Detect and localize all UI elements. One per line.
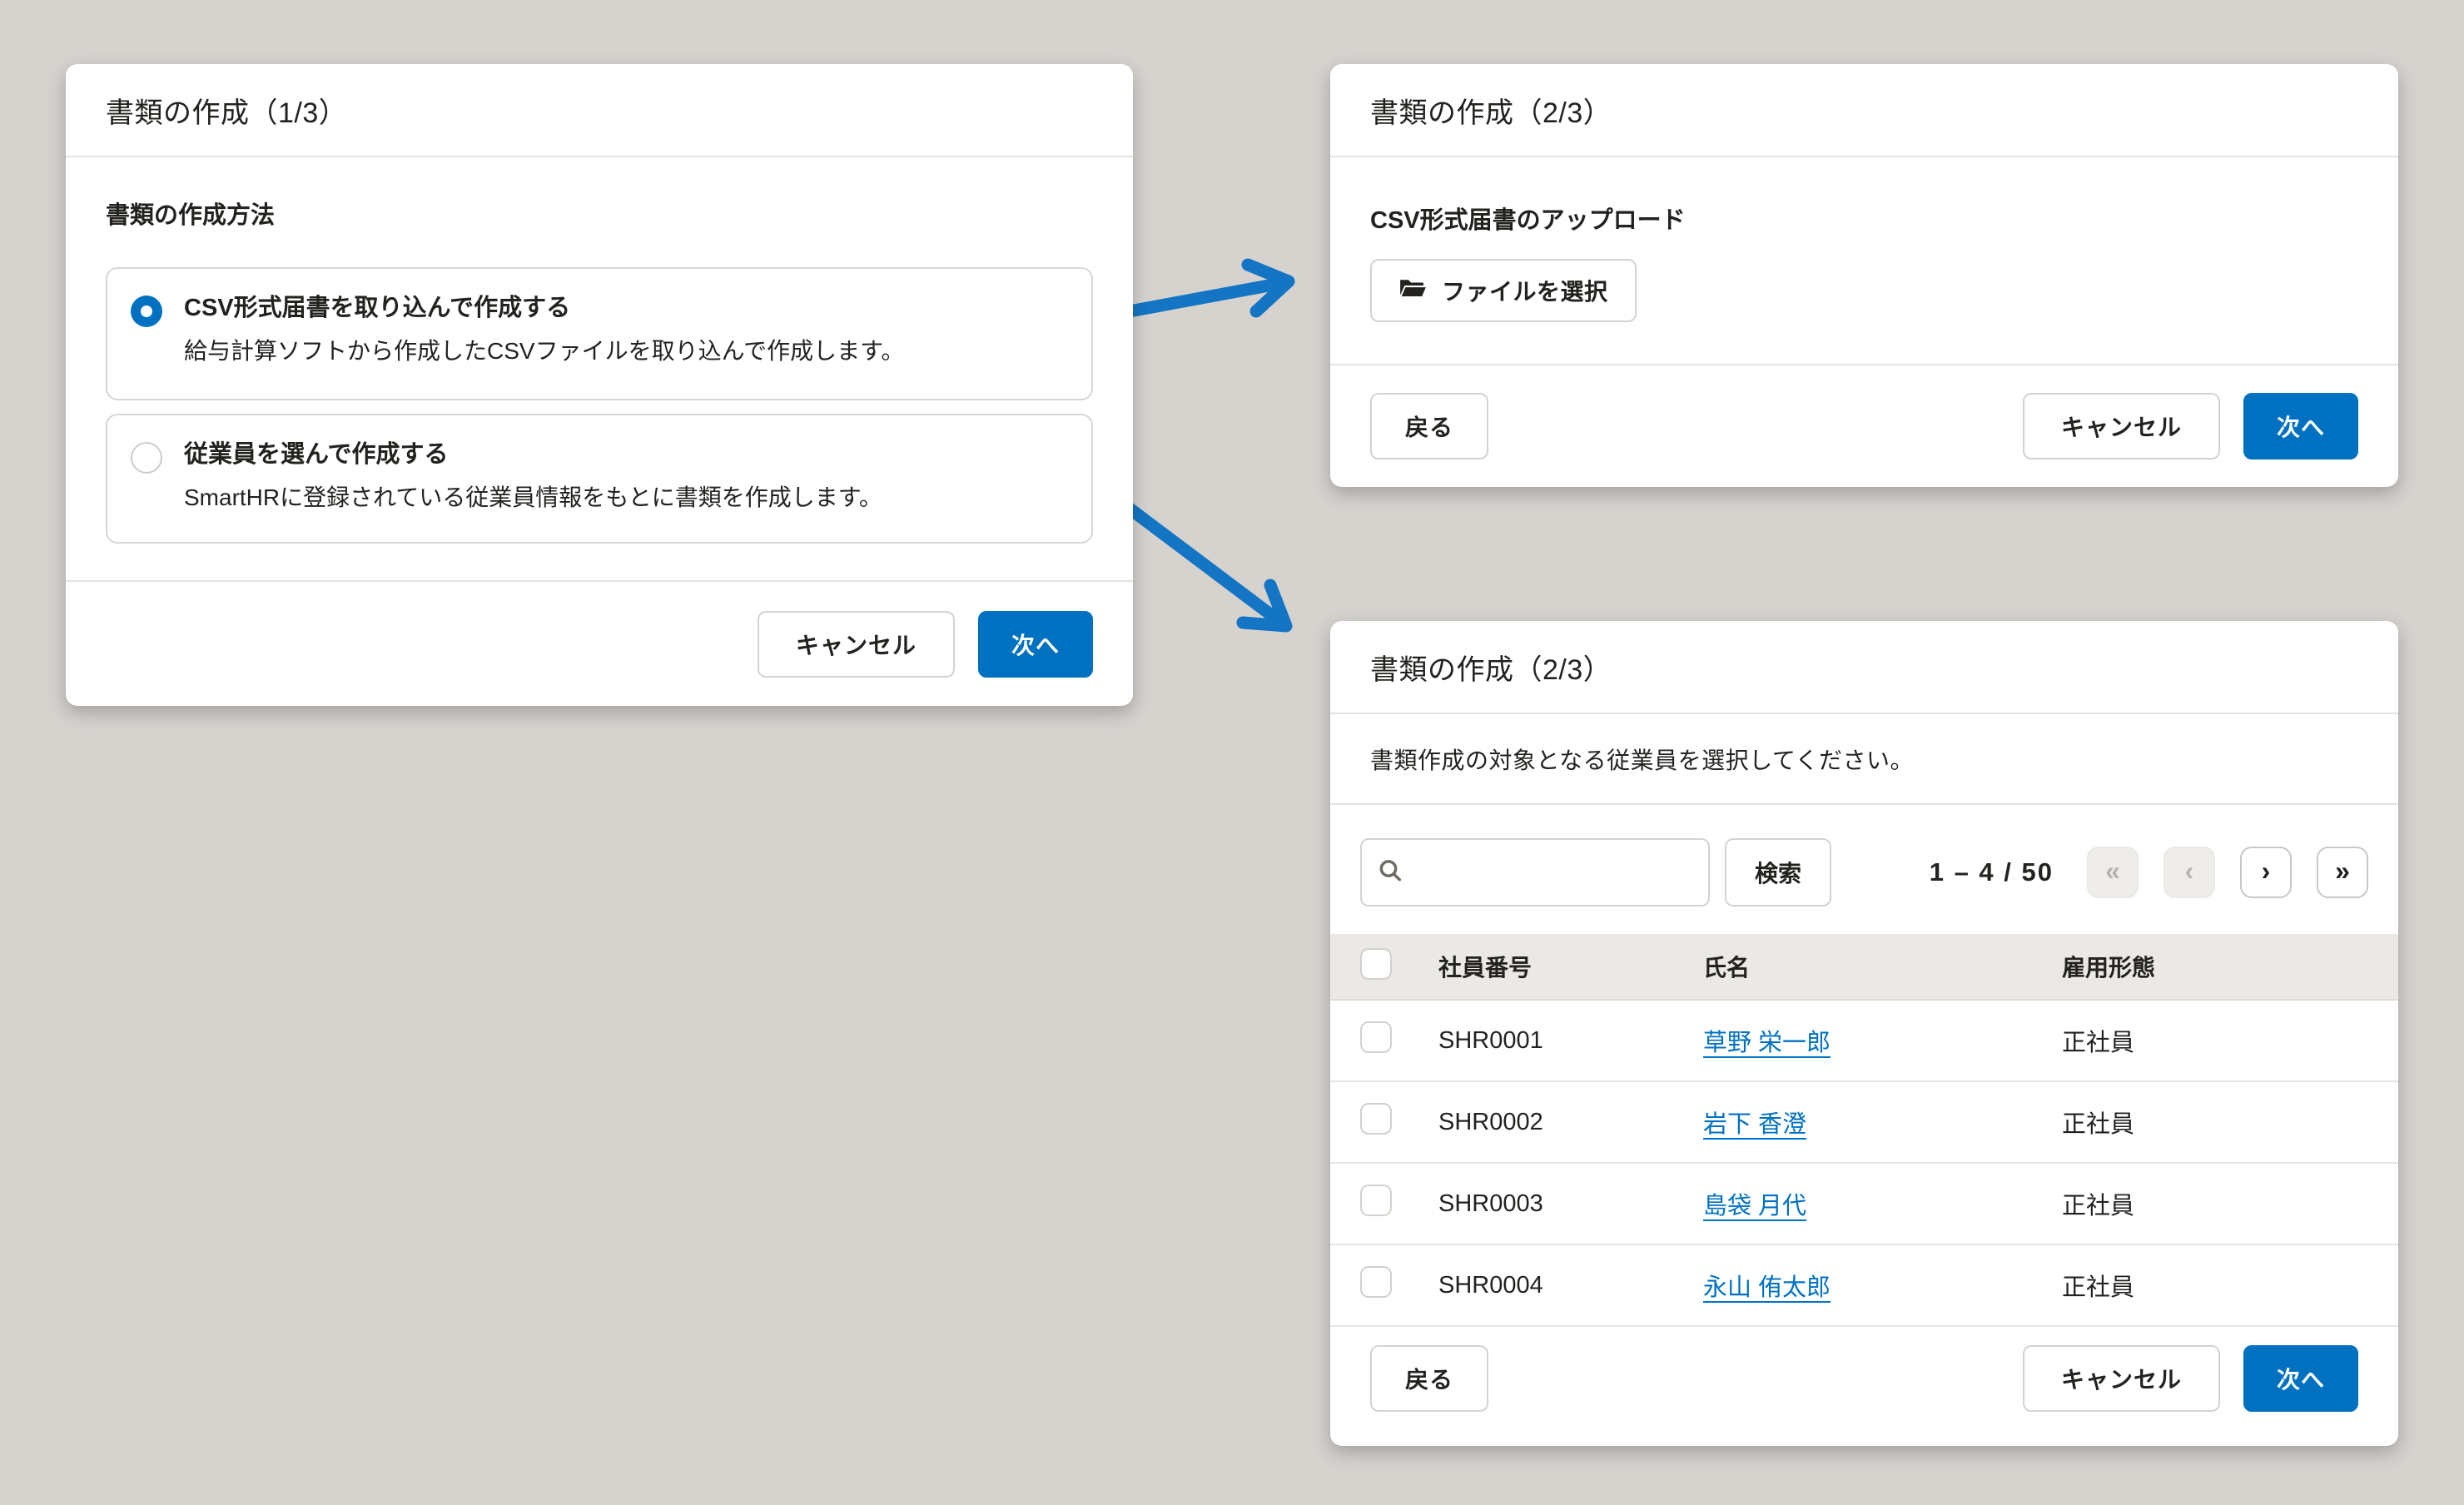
next-page-button[interactable]: ›	[2240, 847, 2292, 898]
employment-type: 正社員	[2062, 1105, 2398, 1140]
dialog-employee-select: 書類の作成（2/3） 書類作成の対象となる従業員を選択してください。 検索 1 …	[1330, 621, 2398, 1446]
dialog2-body: CSV形式届書のアップロード ファイルを選択	[1330, 157, 2398, 322]
radio-unselected-icon[interactable]	[131, 442, 162, 474]
pagination-range: 1 – 4 / 50	[1930, 857, 2054, 887]
prev-page-button: ‹	[2163, 847, 2215, 898]
employment-type: 正社員	[2062, 1186, 2398, 1221]
cancel-button[interactable]: キャンセル	[2023, 393, 2220, 459]
dialog1-title: 書類の作成（1/3）	[106, 90, 347, 131]
employee-id: SHR0004	[1438, 1272, 1703, 1299]
dialog1-body: 書類の作成方法 CSV形式届書を取り込んで作成する 給与計算ソフトから作成したC…	[66, 157, 1133, 544]
arrow-to-employee-list-head	[1243, 585, 1286, 626]
pagination-controls: « ‹ › »	[2087, 847, 2368, 898]
table-row: SHR0001 草野 栄一郎 正社員	[1330, 1001, 2398, 1082]
column-employee-id: 社員番号	[1438, 950, 1703, 983]
dialog-create-step1: 書類の作成（1/3） 書類の作成方法 CSV形式届書を取り込んで作成する 給与計…	[66, 64, 1133, 706]
option-select-employee-label: 従業員を選んで作成する	[184, 440, 882, 469]
dialog2-title: 書類の作成（2/3）	[1370, 90, 1612, 131]
dialog2-header: 書類の作成（2/3）	[1330, 64, 2398, 157]
search-icon	[1377, 857, 1403, 888]
last-page-button[interactable]: »	[2317, 847, 2368, 898]
dialog3-title: 書類の作成（2/3）	[1370, 647, 1612, 688]
table-header-row: 社員番号 氏名 雇用形態	[1330, 934, 2398, 1001]
folder-open-icon	[1398, 278, 1427, 303]
cancel-button[interactable]: キャンセル	[758, 611, 955, 678]
file-select-button-label: ファイルを選択	[1442, 274, 1608, 307]
cancel-button[interactable]: キャンセル	[2023, 1345, 2220, 1412]
table-toolbar: 検索 1 – 4 / 50 « ‹ › »	[1330, 805, 2398, 934]
option-csv-import-description: 給与計算ソフトから作成したCSVファイルを取り込んで作成します。	[184, 336, 904, 366]
employee-name-link[interactable]: 岩下 香澄	[1703, 1111, 1806, 1138]
search-button[interactable]: 検索	[1725, 838, 1831, 906]
employee-name-link[interactable]: 島袋 月代	[1703, 1193, 1806, 1219]
first-page-button: «	[2087, 847, 2139, 898]
arrow-to-upload-head	[1248, 265, 1289, 311]
select-all-checkbox[interactable]	[1360, 948, 1392, 980]
back-button[interactable]: 戻る	[1370, 1345, 1488, 1412]
dialog3-description: 書類作成の対象となる従業員を選択してください。	[1330, 714, 2398, 805]
employee-name-link[interactable]: 草野 栄一郎	[1703, 1030, 1831, 1056]
employee-id: SHR0002	[1438, 1109, 1703, 1136]
employment-type: 正社員	[2062, 1023, 2398, 1058]
row-checkbox[interactable]	[1360, 1185, 1392, 1216]
employee-table: 社員番号 氏名 雇用形態 SHR0001 草野 栄一郎 正社員 SHR0002 …	[1330, 934, 2398, 1327]
row-checkbox[interactable]	[1360, 1266, 1392, 1298]
table-row: SHR0003 島袋 月代 正社員	[1330, 1164, 2398, 1245]
option-select-employee-text: 従業員を選んで作成する SmartHRに登録されている従業員情報をもとに書類を作…	[184, 440, 882, 513]
column-employment-type: 雇用形態	[2062, 950, 2398, 983]
employee-id: SHR0001	[1438, 1027, 1703, 1055]
dialog2-footer: 戻る キャンセル 次へ	[1330, 364, 2398, 487]
option-select-employee[interactable]: 従業員を選んで作成する SmartHRに登録されている従業員情報をもとに書類を作…	[106, 414, 1093, 544]
next-button[interactable]: 次へ	[2243, 393, 2358, 459]
dialog3-header: 書類の作成（2/3）	[1330, 621, 2398, 714]
creation-method-label: 書類の作成方法	[106, 196, 1093, 231]
csv-upload-label: CSV形式届書のアップロード	[1370, 201, 2358, 236]
search-input[interactable]	[1360, 838, 1710, 906]
column-name: 氏名	[1703, 950, 2062, 983]
employment-type: 正社員	[2062, 1268, 2398, 1303]
table-row: SHR0002 岩下 香澄 正社員	[1330, 1082, 2398, 1164]
file-select-button[interactable]: ファイルを選択	[1370, 259, 1637, 322]
option-csv-import-text: CSV形式届書を取り込んで作成する 給与計算ソフトから作成したCSVファイルを取…	[184, 294, 904, 366]
dialog1-footer: キャンセル 次へ	[66, 580, 1133, 706]
next-button[interactable]: 次へ	[2243, 1345, 2358, 1412]
option-csv-import-label: CSV形式届書を取り込んで作成する	[184, 294, 904, 323]
search-box	[1360, 838, 1710, 906]
back-button[interactable]: 戻る	[1370, 393, 1488, 459]
employee-id: SHR0003	[1438, 1190, 1703, 1218]
dialog1-header: 書類の作成（1/3）	[66, 64, 1133, 157]
row-checkbox[interactable]	[1360, 1021, 1392, 1053]
option-csv-import[interactable]: CSV形式届書を取り込んで作成する 給与計算ソフトから作成したCSVファイルを取…	[106, 267, 1093, 400]
employee-name-link[interactable]: 永山 侑太郎	[1703, 1274, 1831, 1301]
flow-canvas: 書類の作成（1/3） 書類の作成方法 CSV形式届書を取り込んで作成する 給与計…	[0, 0, 2464, 1505]
option-select-employee-description: SmartHRに登録されている従業員情報をもとに書類を作成します。	[184, 483, 882, 513]
radio-selected-icon[interactable]	[131, 296, 162, 327]
next-button[interactable]: 次へ	[978, 611, 1093, 678]
dialog3-footer: 戻る キャンセル 次へ	[1330, 1310, 2398, 1446]
row-checkbox[interactable]	[1360, 1103, 1392, 1135]
dialog-csv-upload: 書類の作成（2/3） CSV形式届書のアップロード ファイルを選択 戻る キャン…	[1330, 64, 2398, 487]
